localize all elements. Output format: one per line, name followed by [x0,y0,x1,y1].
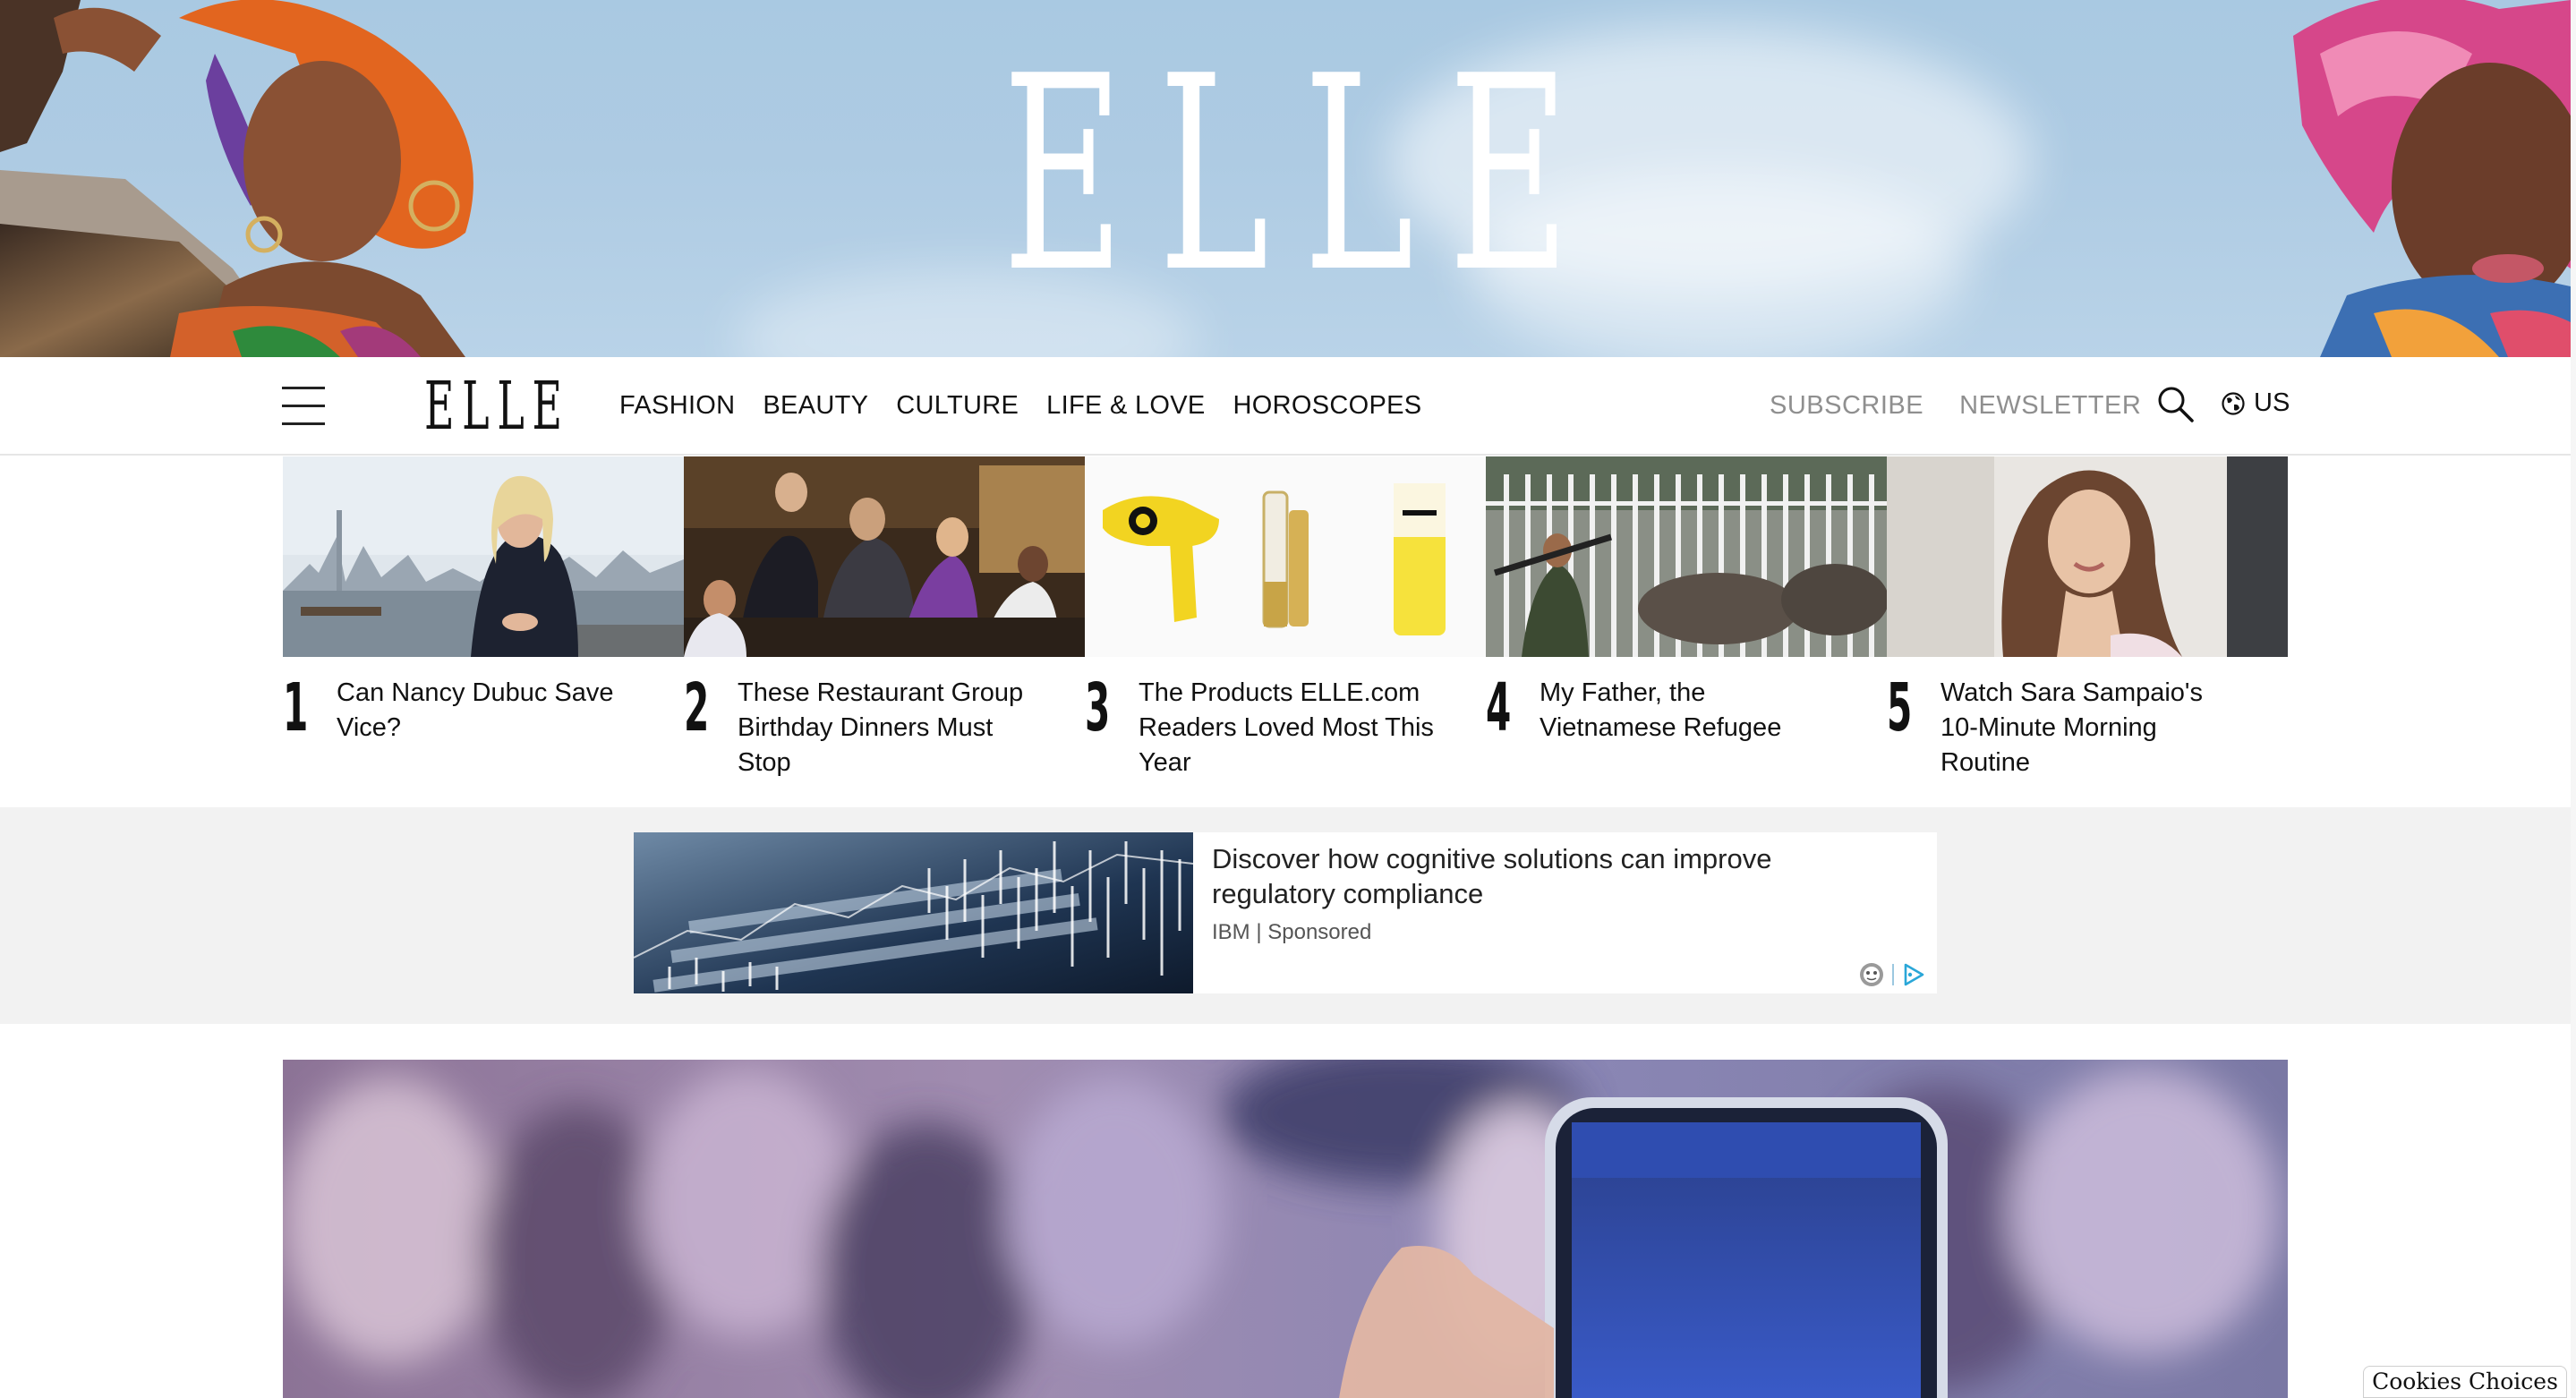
adchoices[interactable] [1858,961,1926,988]
trending-stories: 1 Can Nancy Dubuc Save Vice? 2 These Res… [283,456,2288,806]
trending-title[interactable]: These Restaurant Group Birthday Dinners … [738,676,1033,780]
cookies-choices-button[interactable]: Cookies Choices [2363,1366,2567,1398]
trending-rank: 4 [1486,669,1512,746]
main-nav-bar: ELLE FASHION BEAUTY CULTURE LIFE & LOVE … [0,357,2571,456]
hero-photo-left [0,0,473,357]
adchoices-triangle-icon[interactable] [1901,962,1926,987]
trending-thumbnail[interactable] [283,456,684,657]
nav-secondary-links: SUBSCRIBE NEWSLETTER [1770,391,2141,421]
ad-image[interactable] [634,832,1193,993]
trending-thumbnail[interactable] [684,456,1085,657]
trending-rank: 2 [684,669,710,746]
trending-title[interactable]: The Products ELLE.com Readers Loved Most… [1139,676,1434,780]
subscribe-link[interactable]: SUBSCRIBE [1770,391,1923,421]
trending-item[interactable]: 1 Can Nancy Dubuc Save Vice? [283,456,684,806]
region-selector[interactable]: US [2222,388,2290,418]
hero-photo-right [2293,0,2571,357]
trending-item[interactable]: 4 My Father, the Vietnamese Refugee [1486,456,1887,806]
trending-item[interactable]: 3 The Products ELLE.com Readers Loved Mo… [1085,456,1486,806]
nav-elle-logo[interactable]: ELLE [424,373,570,439]
ad-headline[interactable]: Discover how cognitive solutions can imp… [1212,841,1892,911]
trending-thumbnail[interactable] [1486,456,1887,657]
trending-thumbnail[interactable] [1085,456,1486,657]
trending-title[interactable]: My Father, the Vietnamese Refugee [1540,676,1835,746]
nav-link-fashion[interactable]: FASHION [619,391,735,421]
ad-source: IBM | Sponsored [1212,920,1372,944]
window-edge [2571,0,2576,1398]
adchoices-face-icon[interactable] [1858,961,1885,988]
trending-title[interactable]: Watch Sara Sampaio's 10-Minute Morning R… [1941,676,2236,780]
nav-link-culture[interactable]: CULTURE [896,391,1019,421]
adchoices-divider [1892,964,1894,985]
hero-banner: ELLE [0,0,2571,357]
hamburger-menu-icon[interactable] [282,387,325,426]
hero-elle-logo[interactable]: ELLE [1002,41,1570,310]
trending-rank: 5 [1887,669,1913,746]
sponsored-ad[interactable]: Discover how cognitive solutions can imp… [634,832,1937,993]
nav-link-horoscopes[interactable]: HOROSCOPES [1233,391,1422,421]
newsletter-link[interactable]: NEWSLETTER [1959,391,2141,421]
trending-item[interactable]: 2 These Restaurant Group Birthday Dinner… [684,456,1085,806]
nav-link-beauty[interactable]: BEAUTY [763,391,868,421]
trending-item[interactable]: 5 Watch Sara Sampaio's 10-Minute Morning… [1887,456,2288,806]
nav-link-life-love[interactable]: LIFE & LOVE [1046,391,1205,421]
trending-thumbnail[interactable] [1887,456,2288,657]
region-label: US [2254,388,2290,417]
globe-icon [2222,391,2245,415]
trending-rank: 3 [1085,669,1111,746]
trending-rank: 1 [283,669,309,746]
trending-title[interactable]: Can Nancy Dubuc Save Vice? [337,676,632,746]
search-icon[interactable] [2155,384,2195,423]
nav-section-links: FASHION BEAUTY CULTURE LIFE & LOVE HOROS… [619,391,1421,421]
featured-article-image[interactable] [283,1060,2288,1398]
